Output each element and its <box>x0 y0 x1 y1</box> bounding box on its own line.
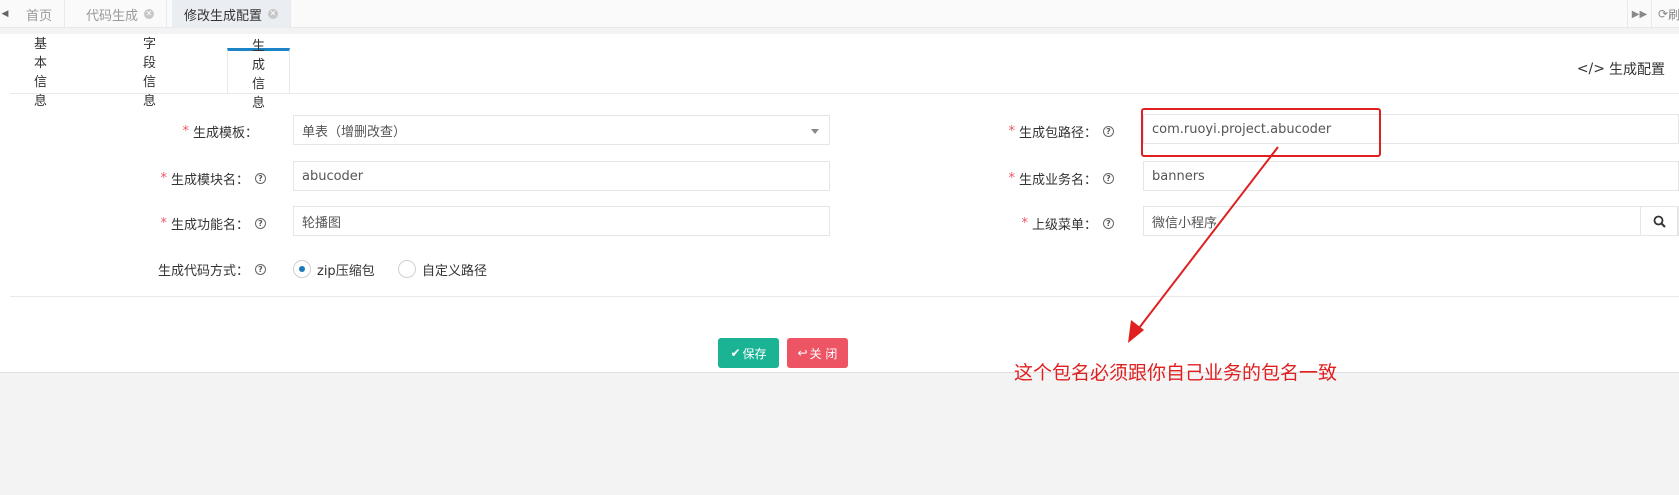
top-tab-label: 修改生成配置 <box>184 8 263 24</box>
custom-path-radio[interactable] <box>398 260 416 278</box>
required-mark: * <box>160 170 167 186</box>
top-tab-label: 代码生成 <box>86 8 139 24</box>
gen-config-header: </> 生成配置 <box>1577 59 1665 79</box>
module-name-value: abucoder <box>302 168 364 184</box>
code-mode-custom-option[interactable]: 自定义路径 <box>398 254 487 284</box>
help-icon[interactable]: ? <box>1103 172 1114 184</box>
close-tab-icon[interactable]: ✕ <box>268 9 279 19</box>
template-label: * 生成模板： <box>182 123 258 141</box>
required-mark: * <box>182 123 189 139</box>
code-mode-zip-option[interactable]: zip压缩包 <box>293 254 375 284</box>
required-mark: * <box>1008 170 1015 186</box>
content-panel: 基本信息 字段信息 生成信息 </> 生成配置 <box>0 34 1679 373</box>
help-icon[interactable]: ? <box>255 172 266 184</box>
top-tab-label: 首页 <box>26 8 53 24</box>
module-name-input[interactable]: abucoder <box>293 161 830 191</box>
business-name-label: * 生成业务名：? <box>980 163 1114 193</box>
help-icon[interactable]: ? <box>255 217 266 229</box>
help-icon[interactable]: ? <box>255 263 266 275</box>
search-button[interactable] <box>1640 206 1678 236</box>
close-button[interactable]: ↩ 关 闭 <box>787 338 848 368</box>
save-button[interactable]: ✔ 保存 <box>718 338 779 368</box>
package-path-label: * 生成包路径：? <box>980 116 1114 146</box>
business-name-value: banners <box>1152 168 1205 184</box>
zip-radio[interactable] <box>293 260 311 278</box>
parent-menu-label: * 上级菜单：? <box>980 208 1114 238</box>
annotation-text: 这个包名必须跟你自己业务的包名一致 <box>1014 362 1338 384</box>
template-value: 单表（增删改查） <box>302 124 407 140</box>
template-select[interactable]: 单表（增删改查） <box>293 115 830 145</box>
check-icon: ✔ <box>730 346 741 360</box>
top-tab-edit-gen-config[interactable]: 修改生成配置 ✕ <box>172 0 292 28</box>
function-name-input[interactable]: 轮播图 <box>293 206 830 236</box>
reply-icon: ↩ <box>797 346 808 360</box>
required-mark: * <box>160 215 167 231</box>
refresh-button[interactable]: ⟳ 刷 <box>1651 0 1679 28</box>
function-name-label: * 生成功能名：? <box>130 208 266 238</box>
zip-option-label: zip压缩包 <box>317 263 375 279</box>
tab-scroll-right-icon[interactable]: ▶▶ <box>1627 0 1651 28</box>
tab-gen-info[interactable]: 生成信息 <box>227 39 291 111</box>
module-name-label: * 生成模块名：? <box>130 163 266 193</box>
help-icon[interactable]: ? <box>1103 217 1114 229</box>
save-label: 保存 <box>742 346 767 361</box>
highlight-box <box>1141 108 1381 157</box>
refresh-label: 刷 <box>1668 7 1679 22</box>
required-mark: * <box>1021 215 1028 231</box>
close-tab-icon[interactable]: ✕ <box>144 9 155 19</box>
top-tab-code-gen[interactable]: 代码生成 ✕ <box>74 0 168 28</box>
chevron-down-icon <box>811 129 819 134</box>
refresh-icon: ⟳ <box>1658 7 1669 21</box>
code-mode-label: 生成代码方式：? <box>120 254 266 284</box>
help-icon[interactable]: ? <box>1103 125 1114 137</box>
required-mark: * <box>1008 123 1015 139</box>
parent-menu-input[interactable]: 微信小程序 <box>1143 206 1679 236</box>
tab-basic-info[interactable]: 基本信息 <box>10 37 71 109</box>
tab-field-info[interactable]: 字段信息 <box>119 37 180 109</box>
code-icon: </> <box>1576 61 1605 77</box>
function-name-value: 轮播图 <box>302 215 342 231</box>
close-label: 关 闭 <box>809 346 838 361</box>
search-icon <box>1653 215 1666 228</box>
tab-scroll-left-icon[interactable]: ◀ <box>0 0 10 28</box>
gen-config-title: 生成配置 <box>1609 62 1665 78</box>
top-tab-home[interactable]: 首页 <box>14 0 66 28</box>
top-tab-bar: ◀ 首页 代码生成 ✕ 修改生成配置 ✕ ▶▶ ⟳ 刷 <box>0 0 1679 28</box>
custom-path-option-label: 自定义路径 <box>422 263 488 279</box>
parent-menu-value: 微信小程序 <box>1152 215 1218 231</box>
business-name-input[interactable]: banners <box>1143 161 1679 191</box>
